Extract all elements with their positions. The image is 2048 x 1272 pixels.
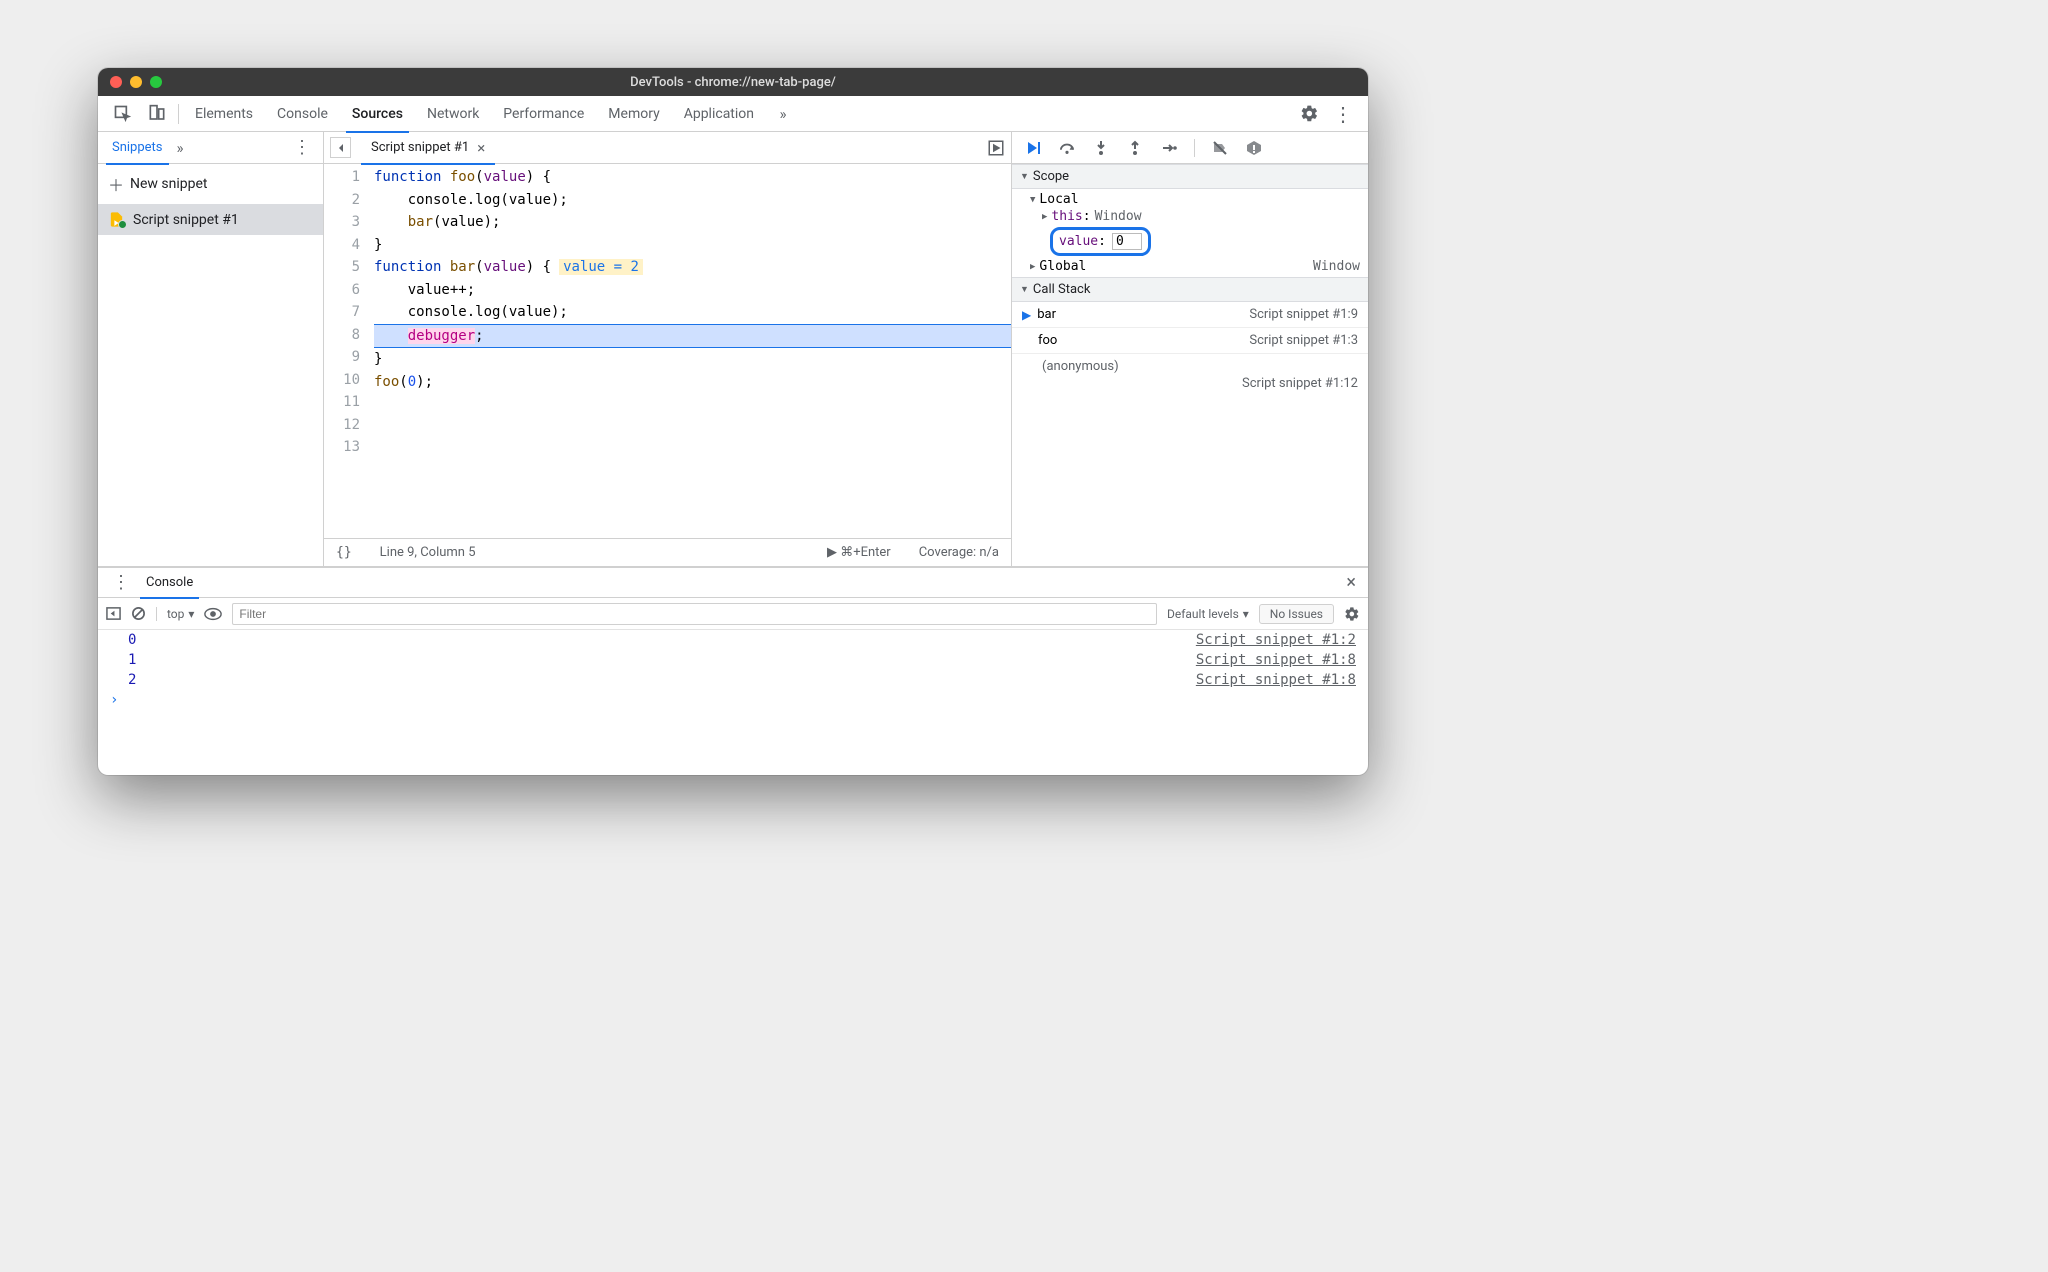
step-icon[interactable] [1160,139,1178,157]
navigator-more-icon[interactable]: » [177,139,184,157]
run-hint: ▶ ⌘+Enter [827,545,891,560]
run-snippet-icon[interactable] [987,139,1005,157]
new-snippet-label: New snippet [130,176,208,192]
editor-panel: Script snippet #1 × 12345678910111213 fu… [324,132,1012,566]
tab-elements[interactable]: Elements [183,96,265,132]
main-tabs: Elements Console Sources Network Perform… [98,96,1368,132]
drawer-close-icon[interactable]: × [1342,572,1360,593]
snippet-item[interactable]: Script snippet #1 [98,204,323,235]
chevron-down-icon: ▾ [188,607,194,621]
live-expression-icon[interactable] [204,607,222,621]
snippet-file-icon [108,211,125,228]
kebab-menu-icon[interactable]: ⋮ [1330,101,1356,127]
console-log: 0Script snippet #1:2 1Script snippet #1:… [98,630,1368,775]
log-source-link[interactable]: Script snippet #1:8 [1196,652,1356,668]
console-sidebar-toggle-icon[interactable] [106,606,121,621]
call-stack-anon-loc: Script snippet #1:12 [1012,376,1368,397]
drawer-tab-console[interactable]: Console [136,568,203,598]
navigator-kebab-icon[interactable]: ⋮ [287,137,317,158]
inline-value-hint: value = 2 [559,259,643,275]
tab-console[interactable]: Console [265,96,340,132]
line-gutter: 12345678910111213 [324,164,368,538]
tab-application[interactable]: Application [672,96,766,132]
plus-icon: ＋ [108,172,124,196]
log-source-link[interactable]: Script snippet #1:8 [1196,672,1356,688]
log-row: 1Script snippet #1:8 [98,650,1368,670]
tab-performance[interactable]: Performance [491,96,596,132]
device-toolbar-icon[interactable] [144,101,170,127]
maximize-window-icon[interactable] [150,76,162,88]
file-tab-label: Script snippet #1 [371,132,469,164]
debugger-panel: ▼ Scope ▼Local ▶this: Window value: ▶Glo… [1012,132,1368,566]
coverage-status: Coverage: n/a [919,545,999,560]
chevron-down-icon: ▾ [1243,607,1249,621]
more-tabs-icon[interactable]: » [770,101,796,127]
scope-this-row[interactable]: ▶this: Window [1012,208,1368,225]
clear-console-icon[interactable] [131,606,146,621]
issues-button[interactable]: No Issues [1259,604,1334,624]
step-over-icon[interactable] [1058,139,1076,157]
file-tab[interactable]: Script snippet #1 × [361,132,495,164]
inspect-element-icon[interactable] [110,101,136,127]
traffic-lights [110,76,162,88]
call-stack-frame[interactable]: foo Script snippet #1:3 [1012,328,1368,354]
callstack-section-header[interactable]: ▼ Call Stack [1012,277,1368,302]
call-stack-frame[interactable]: ▶ bar Script snippet #1:9 [1012,302,1368,328]
resume-icon[interactable] [1024,139,1042,157]
cursor-position: Line 9, Column 5 [380,545,476,560]
pretty-print-icon[interactable]: {} [336,545,352,560]
drawer-kebab-icon[interactable]: ⋮ [106,572,136,593]
minimize-window-icon[interactable] [130,76,142,88]
scope-local-header[interactable]: ▼Local [1012,191,1368,208]
editor-nav-back-icon[interactable] [330,137,351,158]
console-toolbar: top▾ Default levels▾ No Issues [98,598,1368,630]
settings-icon[interactable] [1296,101,1322,127]
console-drawer: ⋮ Console × top▾ Default levels▾ No Issu… [98,567,1368,775]
navigator-panel: Snippets » ⋮ ＋ New snippet Script snippe… [98,132,324,566]
window-title: DevTools - chrome://new-tab-page/ [98,75,1368,90]
console-settings-icon[interactable] [1344,606,1360,622]
triangle-right-icon: ▶ [1030,262,1035,272]
titlebar: DevTools - chrome://new-tab-page/ [98,68,1368,96]
snippets-tab[interactable]: Snippets [104,132,171,164]
console-filter-input[interactable] [232,603,1157,625]
pause-on-exceptions-icon[interactable] [1245,139,1263,157]
console-prompt[interactable]: › [98,690,1368,710]
triangle-right-icon: ▶ [1042,212,1047,222]
step-out-icon[interactable] [1126,139,1144,157]
new-snippet-button[interactable]: ＋ New snippet [98,164,323,204]
scope-section-header[interactable]: ▼ Scope [1012,164,1368,189]
editor-statusbar: {} Line 9, Column 5 ▶ ⌘+Enter Coverage: … [324,538,1011,566]
tab-network[interactable]: Network [415,96,491,132]
chevron-right-icon: › [110,692,118,708]
triangle-down-icon: ▼ [1020,284,1029,295]
close-file-icon[interactable]: × [477,132,485,164]
code-editor[interactable]: 12345678910111213 function foo(value) { … [324,164,1011,538]
log-row: 0Script snippet #1:2 [98,630,1368,650]
context-selector[interactable]: top▾ [156,607,194,621]
triangle-down-icon: ▼ [1030,195,1035,205]
value-input[interactable] [1112,233,1142,250]
log-row: 2Script snippet #1:8 [98,670,1368,690]
call-stack-frame-anon[interactable]: (anonymous) [1012,354,1368,376]
scope-global-row[interactable]: ▶GlobalWindow [1012,258,1368,275]
current-frame-icon: ▶ [1022,308,1031,322]
tab-sources[interactable]: Sources [340,96,415,132]
debugger-toolbar [1012,132,1368,164]
tab-memory[interactable]: Memory [596,96,671,132]
deactivate-breakpoints-icon[interactable] [1211,139,1229,157]
log-source-link[interactable]: Script snippet #1:2 [1196,632,1356,648]
log-level-selector[interactable]: Default levels▾ [1167,607,1249,621]
close-window-icon[interactable] [110,76,122,88]
step-into-icon[interactable] [1092,139,1110,157]
scope-value-edit[interactable]: value: [1050,227,1151,256]
snippet-item-label: Script snippet #1 [133,212,239,228]
devtools-window: DevTools - chrome://new-tab-page/ Elemen… [98,68,1368,775]
triangle-down-icon: ▼ [1020,171,1029,182]
